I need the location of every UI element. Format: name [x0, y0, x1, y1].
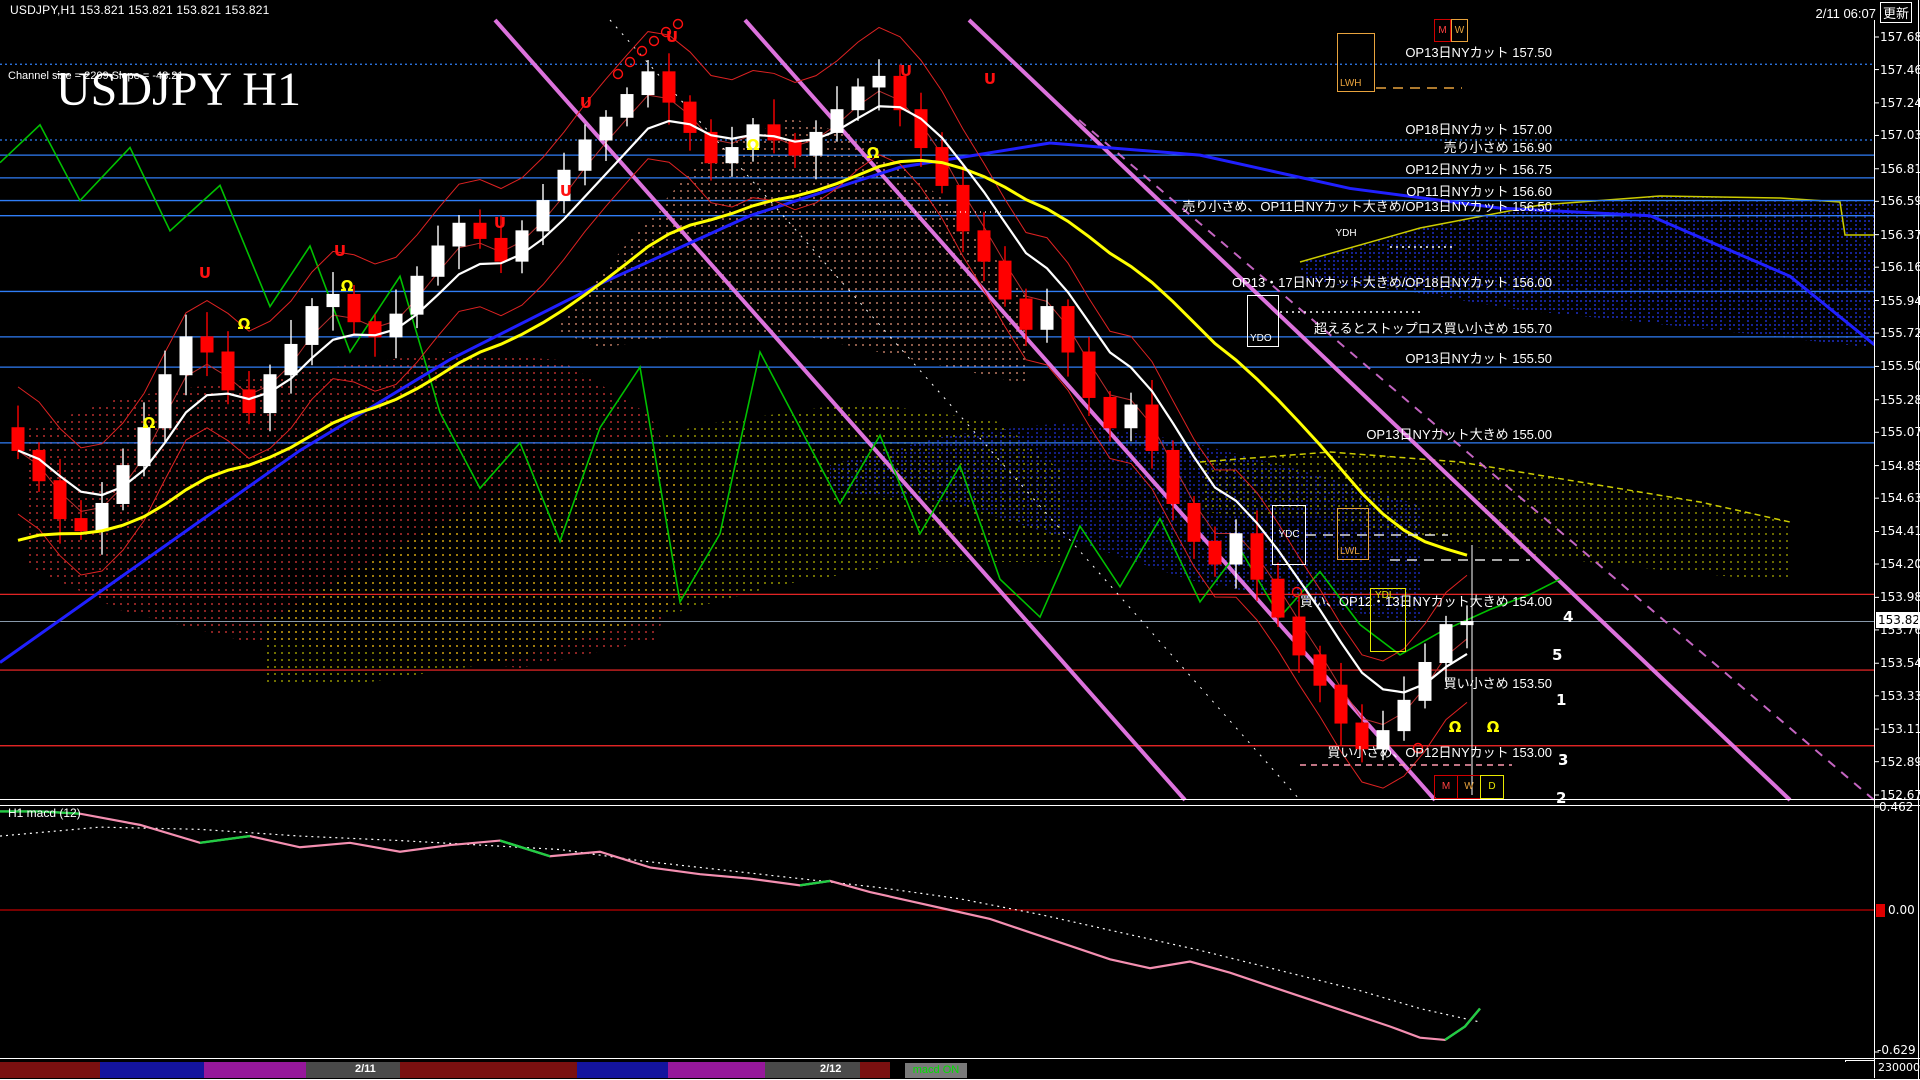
- macd-axis-bottom: -0.629: [1877, 1043, 1916, 1057]
- price-tick-label: 157.030: [1880, 128, 1920, 142]
- svg-text:U: U: [666, 28, 678, 46]
- channel-info-label: Channel size = 2209 Slope = -48.21: [8, 70, 184, 82]
- pivot-box-d: D: [1480, 775, 1504, 799]
- session-segment: [400, 1062, 577, 1078]
- wave-number: 3: [1558, 751, 1568, 769]
- trading-chart-window: UUUUUUUUΩΩΩΩΩΩΩ USDJPY,H1 153.821 153.82…: [0, 0, 1920, 1080]
- op-annotation: 売り小さめ、OP11日NYカット大きめ/OP13日NYカット 156.50: [1182, 196, 1552, 215]
- price-tick-label: 155.505: [1880, 359, 1920, 373]
- price-tick-label: 154.415: [1880, 524, 1920, 538]
- pivot-box-ydc: YDC: [1272, 505, 1306, 565]
- op-annotation: OP13日NYカット 157.50: [1405, 42, 1552, 61]
- price-tick-label: 157.465: [1880, 63, 1920, 77]
- indicator-label: H1 macd (12): [8, 806, 81, 820]
- price-tick-label: 157.245: [1880, 96, 1920, 110]
- session-segment: [860, 1062, 890, 1078]
- date-label: 2/11: [355, 1063, 376, 1075]
- svg-text:Ω: Ω: [238, 315, 251, 333]
- session-segment: [577, 1062, 668, 1078]
- regression-channel: [495, 20, 1874, 800]
- session-segment: [100, 1062, 204, 1078]
- refresh-button[interactable]: 更新: [1880, 2, 1912, 23]
- op-annotation: OP12日NYカット 156.75: [1405, 159, 1552, 178]
- window-border-right: [1918, 0, 1919, 1080]
- price-tick-label: 156.375: [1880, 228, 1920, 242]
- session-segment: [765, 1062, 860, 1078]
- op-annotation: 売り小さめ 156.90: [1444, 137, 1552, 156]
- price-tick-label: 155.070: [1880, 425, 1920, 439]
- price-tick-label: 155.940: [1880, 294, 1920, 308]
- price-tick-label: 153.330: [1880, 689, 1920, 703]
- session-segment: [306, 1062, 400, 1078]
- symbol-info: USDJPY,H1 153.821 153.821 153.821 153.82…: [10, 3, 270, 17]
- pivot-box-lwh: LWH: [1337, 33, 1375, 92]
- svg-text:Ω: Ω: [867, 144, 880, 162]
- pivot-box-w: W: [1451, 19, 1468, 42]
- op-annotation: 買い小さめ、OP12日NYカット 153.00: [1327, 742, 1552, 761]
- op-annotation: 買い小さめ 153.50: [1444, 673, 1552, 692]
- price-tick-label: 156.160: [1880, 260, 1920, 274]
- macd-on-button[interactable]: macd ON: [905, 1063, 967, 1078]
- current-price-badge: 153.821: [1876, 612, 1920, 628]
- price-tick-label: 157.680: [1880, 30, 1920, 44]
- pivot-box-ydo: YDO: [1247, 295, 1279, 347]
- panel-separator-1[interactable]: [0, 799, 1920, 800]
- op-annotation: OP18日NYカット 157.00: [1405, 119, 1552, 138]
- price-tick-label: 154.850: [1880, 459, 1920, 473]
- macd-panel: [0, 811, 1874, 1039]
- updated-status: 2/11 06:07 更新: [1816, 2, 1913, 23]
- op-annotation: OP13日NYカット大きめ 155.00: [1366, 424, 1552, 443]
- svg-text:U: U: [580, 94, 592, 112]
- price-tick-label: 155.285: [1880, 393, 1920, 407]
- svg-text:Ω: Ω: [1449, 718, 1462, 736]
- price-tick-label: 156.595: [1880, 194, 1920, 208]
- time-corner-label: 230000: [1878, 1061, 1920, 1074]
- svg-text:Ω: Ω: [143, 414, 156, 432]
- svg-text:Ω: Ω: [747, 136, 760, 154]
- panel-separator-2[interactable]: [0, 805, 1920, 806]
- price-tick-label: 153.110: [1880, 722, 1920, 736]
- price-tick-label: 154.635: [1880, 491, 1920, 505]
- axis-border: [1874, 20, 1875, 1060]
- svg-text:Ω: Ω: [1487, 718, 1500, 736]
- svg-text:U: U: [900, 62, 912, 80]
- timebar-separator: [0, 1058, 1920, 1059]
- macd-zero-marker: [1876, 904, 1885, 917]
- date-label: 2/12: [820, 1063, 841, 1075]
- price-tick-label: 153.980: [1880, 590, 1920, 604]
- svg-text:U: U: [984, 70, 996, 88]
- ichimoku-clouds: [25, 118, 1874, 682]
- price-tick-label: 154.200: [1880, 557, 1920, 571]
- wave-number: 4: [1563, 608, 1573, 626]
- svg-text:U: U: [560, 182, 572, 200]
- op-annotation: 超えるとストップロス買い小さめ 155.70: [1314, 318, 1552, 337]
- session-segment: [204, 1062, 306, 1078]
- price-tick-label: 152.895: [1880, 755, 1920, 769]
- updated-time: 2/11 06:07: [1816, 6, 1876, 21]
- svg-text:U: U: [334, 242, 346, 260]
- pivot-box-w: W: [1457, 775, 1481, 799]
- op-annotation: OP13日NYカット 155.50: [1405, 348, 1552, 367]
- price-tick-label: 153.545: [1880, 656, 1920, 670]
- svg-text:Ω: Ω: [341, 277, 354, 295]
- main-chart-canvas[interactable]: UUUUUUUUΩΩΩΩΩΩΩ: [0, 0, 1920, 1080]
- session-segment: [0, 1062, 100, 1078]
- svg-text:U: U: [494, 214, 506, 232]
- session-segment: [668, 1062, 765, 1078]
- wave-number: 5: [1552, 646, 1562, 664]
- op-annotation: 買い、OP12・13日NYカット大きめ 154.00: [1300, 591, 1552, 610]
- op-annotation: OP13・17日NYカット大きめ/OP18日NYカット 156.00: [1232, 272, 1552, 291]
- svg-text:U: U: [199, 264, 211, 282]
- price-tick-label: 156.810: [1880, 162, 1920, 176]
- pivot-box-ydl: YDL: [1370, 588, 1406, 652]
- price-tick-label: 155.725: [1880, 326, 1920, 340]
- pivot-box-m: M: [1434, 19, 1451, 42]
- wave-number: 1: [1556, 691, 1566, 709]
- pivot-box-lwl: LWL: [1337, 508, 1369, 560]
- macd-axis-zero: 0.00: [1888, 903, 1915, 917]
- macd-axis-top: 0.462: [1879, 800, 1913, 814]
- pivot-box-m: M: [1434, 775, 1458, 799]
